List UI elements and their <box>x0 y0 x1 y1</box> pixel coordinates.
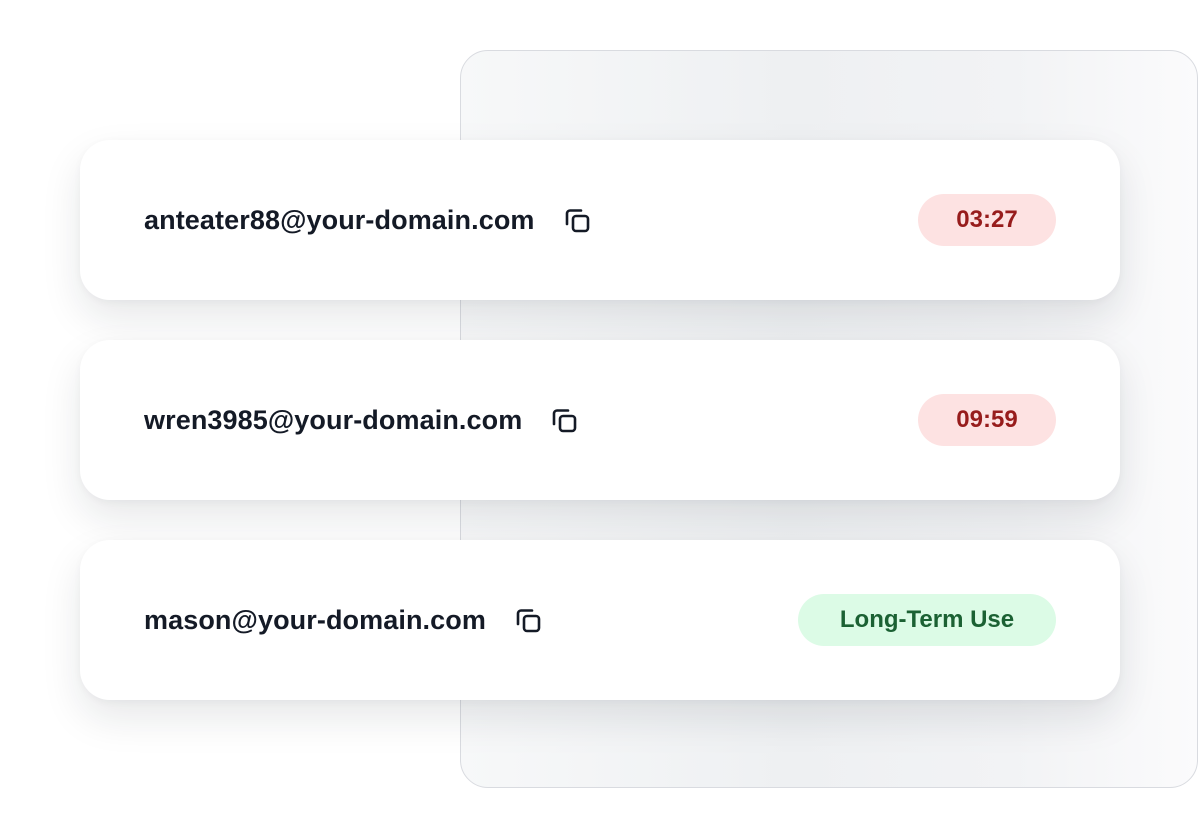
email-card: anteater88@your-domain.com 03:27 <box>80 140 1120 300</box>
copy-button[interactable] <box>510 602 546 638</box>
expiry-timer-badge: 09:59 <box>918 394 1056 446</box>
expiry-timer-badge: 03:27 <box>918 194 1056 246</box>
copy-button[interactable] <box>546 402 582 438</box>
copy-icon <box>553 409 577 433</box>
long-term-use-badge: Long-Term Use <box>798 594 1056 646</box>
copy-icon <box>565 209 589 233</box>
copy-icon <box>516 609 541 633</box>
email-address: wren3985@your-domain.com <box>144 404 523 435</box>
email-address: mason@your-domain.com <box>144 604 486 635</box>
copy-button[interactable] <box>559 202 595 238</box>
email-card: mason@your-domain.com Long-Term Use <box>80 540 1120 700</box>
email-card: wren3985@your-domain.com 09:59 <box>80 340 1120 500</box>
email-address: anteater88@your-domain.com <box>144 204 535 235</box>
email-list-stage: anteater88@your-domain.com 03:27 wren398… <box>0 0 1200 840</box>
